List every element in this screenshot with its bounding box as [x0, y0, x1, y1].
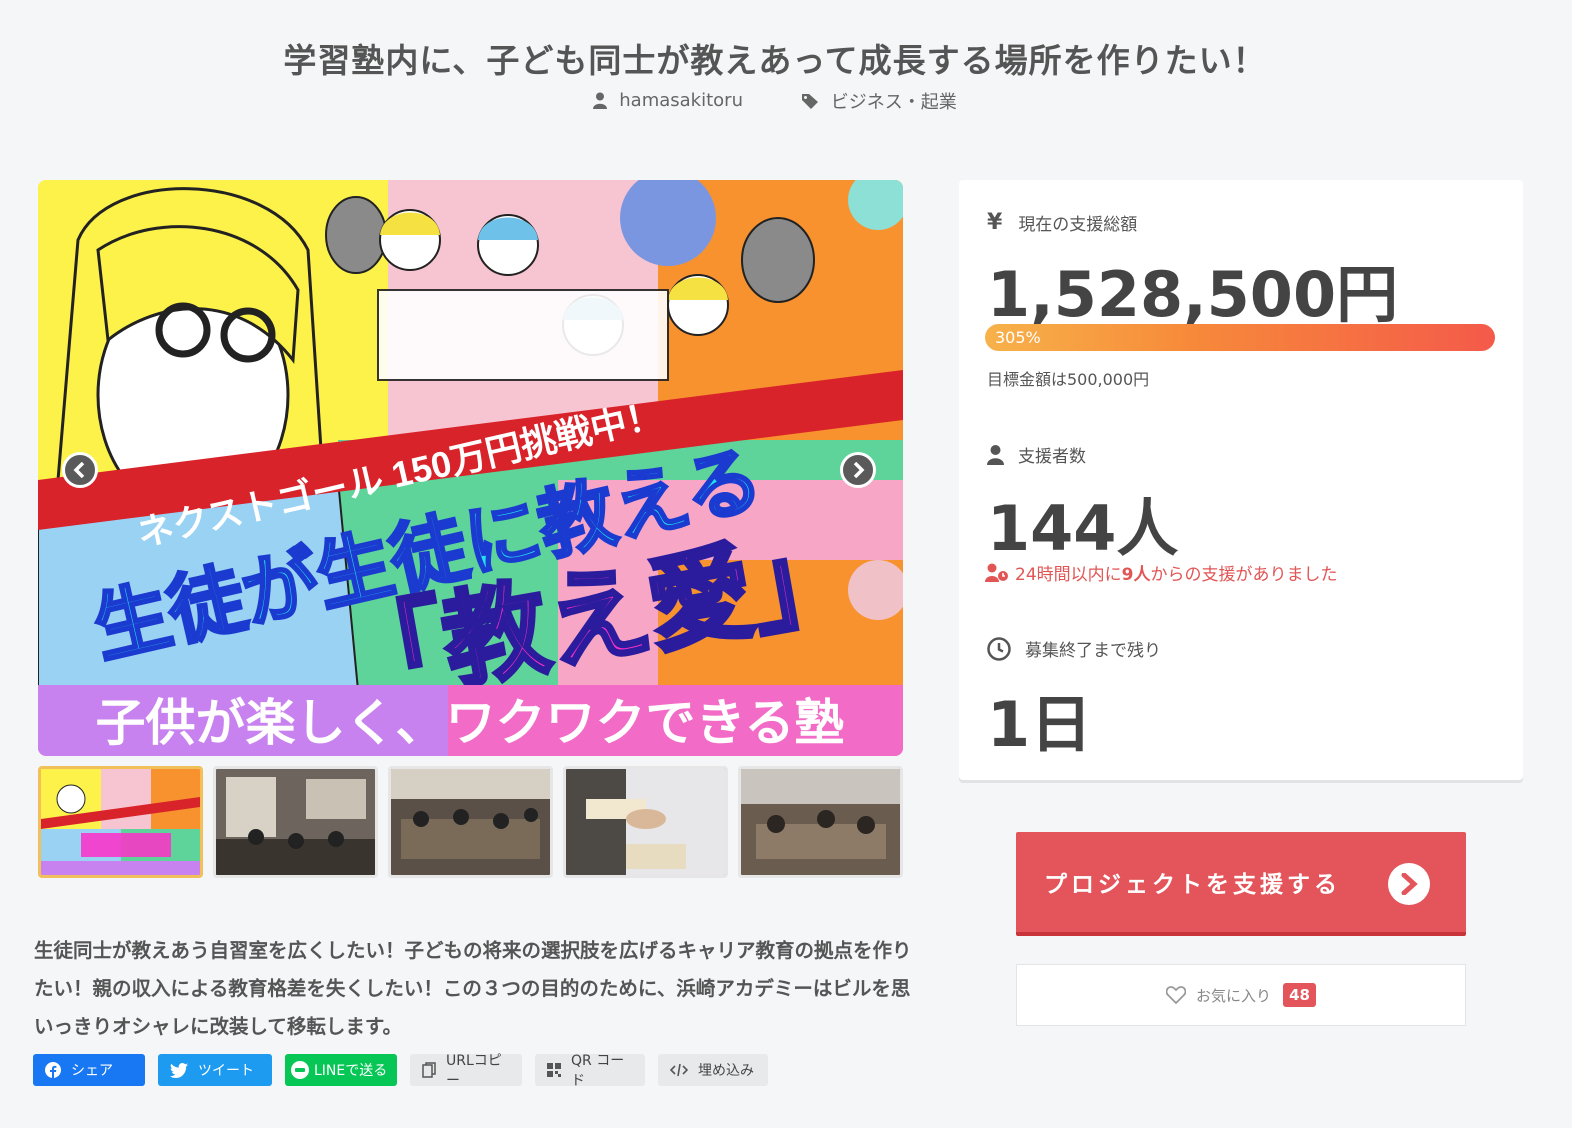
- user-clock-icon: [985, 563, 1008, 582]
- main-project-image: ネクストゴール 150万円挑戦中！ 生徒が生徒に教える 「教え愛」 子供が楽しく…: [38, 180, 903, 756]
- backers-count: 144人: [987, 492, 1179, 565]
- twitter-share-label: ツイート: [198, 1063, 254, 1079]
- support-project-button[interactable]: プロジェクトを支援する: [1016, 832, 1466, 936]
- funding-progress-bar: 305%: [985, 324, 1495, 351]
- recent-suffix: からの支援がありました: [1150, 565, 1338, 585]
- amount-label: 現在の支援総額: [1018, 215, 1138, 235]
- twitter-share-button[interactable]: ツイート: [158, 1054, 272, 1086]
- backers-label: 支援者数: [1018, 447, 1086, 467]
- qr-code-icon: [547, 1063, 561, 1077]
- recent-count: 9人: [1121, 565, 1151, 585]
- project-summary: 生徒同士が教えあう自習室を広くしたい！子どもの将来の選択肢を広げるキャリア教育の…: [34, 938, 912, 1038]
- category-name: ビジネス・起業: [830, 92, 957, 113]
- hero-footer-text: 子供が楽しく、ワクワクできる塾: [96, 695, 845, 751]
- facebook-share-button[interactable]: シェア: [33, 1054, 145, 1086]
- embed-button[interactable]: 埋め込み: [658, 1054, 768, 1086]
- goal-amount: 目標金額は500,000円: [987, 370, 1150, 389]
- recent-prefix: 24時間以内に: [1015, 565, 1122, 585]
- thumbnail-4[interactable]: [563, 766, 728, 878]
- twitter-icon: [170, 1062, 188, 1078]
- url-copy-button[interactable]: URLコピー: [410, 1053, 522, 1089]
- chevron-left-icon: [73, 462, 85, 478]
- line-share-button[interactable]: LINEで送る: [285, 1054, 397, 1086]
- thumbnail-3[interactable]: [388, 766, 553, 878]
- embed-label: 埋め込み: [698, 1063, 754, 1079]
- progress-percent: 305%: [995, 328, 1041, 347]
- thumbnail-1[interactable]: [38, 766, 203, 878]
- thumbnail-strip: [38, 766, 903, 878]
- qr-code-label: QR コード: [571, 1053, 625, 1089]
- remaining-label-row: 募集終了まで残り: [987, 636, 1161, 661]
- code-icon: [670, 1063, 688, 1077]
- url-copy-label: URLコピー: [446, 1053, 502, 1089]
- chevron-right-icon: [853, 462, 865, 478]
- category-link[interactable]: ビジネス・起業: [801, 88, 957, 114]
- favorite-count-badge: 48: [1283, 983, 1316, 1007]
- favorite-label: お気に入り: [1196, 986, 1272, 1005]
- funding-stats-card: ¥ 現在の支援総額 1,528,500円 305% 目標金額は500,000円 …: [959, 180, 1523, 780]
- author-link[interactable]: hamasakitoru: [593, 90, 743, 111]
- days-remaining: 1日: [987, 688, 1093, 761]
- user-icon: [593, 92, 608, 109]
- copy-icon: [422, 1062, 436, 1078]
- recent-backers-note: 24時間以内に 9人 からの支援がありました: [985, 560, 1337, 585]
- qr-code-button[interactable]: QR コード: [535, 1053, 645, 1089]
- tag-icon: [801, 94, 818, 109]
- author-name: hamasakitoru: [619, 90, 743, 111]
- support-button-label: プロジェクトを支援する: [1044, 872, 1341, 898]
- carousel-next-button[interactable]: [840, 452, 876, 488]
- facebook-share-label: シェア: [71, 1063, 113, 1079]
- page-title: 学習塾内に、子ども同士が教えあって成長する場所を作りたい！: [283, 41, 1267, 81]
- arrow-right-circle-icon: [1388, 863, 1430, 905]
- facebook-icon: [45, 1062, 61, 1078]
- carousel-prev-button[interactable]: [62, 452, 98, 488]
- yen-icon: ¥: [987, 210, 1003, 235]
- thumbnail-5[interactable]: [738, 766, 903, 878]
- backers-label-row: 支援者数: [987, 442, 1086, 467]
- clock-icon: [987, 636, 1011, 661]
- amount-label-row: ¥ 現在の支援総額: [987, 210, 1137, 235]
- remaining-label: 募集終了まで残り: [1025, 641, 1161, 661]
- user-icon: [987, 444, 1004, 465]
- share-buttons: シェア ツイート LINEで送る URLコピー QR コード 埋め込み: [33, 1053, 768, 1089]
- favorite-button[interactable]: お気に入り 48: [1016, 964, 1466, 1026]
- hero-illustration: ネクストゴール 150万円挑戦中！ 生徒が生徒に教える 「教え愛」 子供が楽しく…: [38, 180, 903, 756]
- thumbnail-2[interactable]: [213, 766, 378, 878]
- project-meta: hamasakitoru ビジネス・起業: [0, 88, 1550, 114]
- heart-icon: [1166, 986, 1187, 1004]
- line-share-label: LINEで送る: [314, 1063, 388, 1079]
- line-icon: [291, 1061, 309, 1079]
- amount-raised: 1,528,500円: [987, 258, 1399, 331]
